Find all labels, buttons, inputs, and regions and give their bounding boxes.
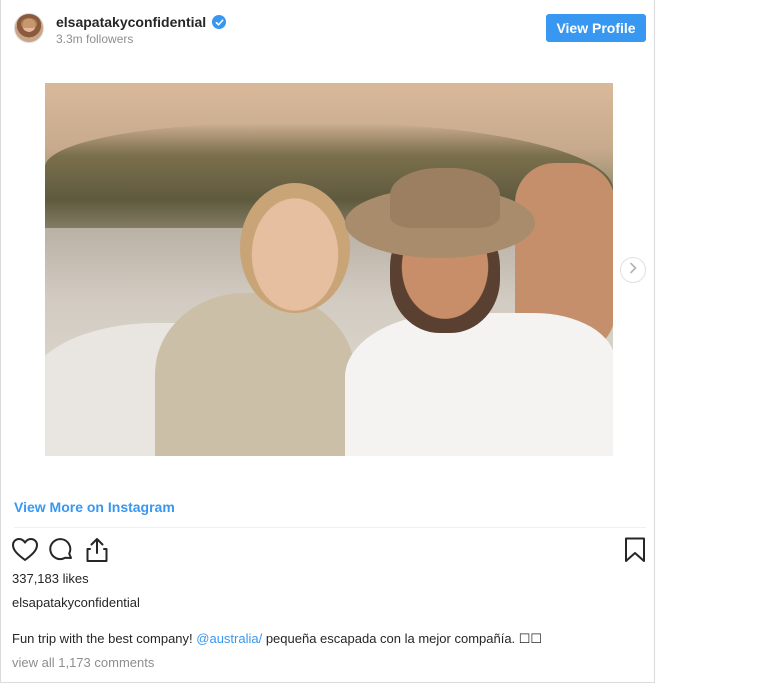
chevron-right-icon: [628, 261, 638, 279]
view-comments-link[interactable]: view all 1,173 comments: [12, 655, 154, 670]
caption-username[interactable]: elsapatakyconfidential: [12, 595, 140, 610]
post-header: elsapatakyconfidential 3.3m followers Vi…: [1, 0, 656, 56]
caption-mention-link[interactable]: @australia/: [196, 631, 262, 646]
action-bar: [11, 536, 647, 564]
view-profile-button[interactable]: View Profile: [546, 14, 646, 42]
divider: [14, 527, 646, 528]
bookmark-icon[interactable]: [621, 536, 649, 564]
photo-man-shirt: [345, 313, 613, 456]
instagram-embed-card: elsapatakyconfidential 3.3m followers Vi…: [0, 0, 655, 683]
post-photo[interactable]: [45, 83, 613, 456]
heart-icon[interactable]: [11, 536, 39, 564]
photo-hat-crown: [390, 168, 500, 228]
next-photo-button[interactable]: [620, 257, 646, 283]
like-count[interactable]: 337,183 likes: [12, 571, 89, 586]
caption-text: Fun trip with the best company! @austral…: [12, 631, 542, 647]
view-more-link[interactable]: View More on Instagram: [14, 499, 175, 515]
verified-badge-icon: [212, 15, 227, 29]
username[interactable]: elsapatakyconfidential: [56, 14, 206, 30]
photo-woman-cardigan: [155, 293, 355, 456]
caption-text-before: Fun trip with the best company!: [12, 631, 197, 646]
avatar[interactable]: [14, 13, 44, 43]
comment-icon[interactable]: [47, 536, 75, 564]
share-icon[interactable]: [83, 536, 111, 564]
photo-woman-head: [240, 183, 350, 313]
username-row[interactable]: elsapatakyconfidential: [56, 14, 227, 30]
caption-text-after: pequeña escapada con la mejor compañía. …: [262, 631, 543, 646]
follower-count: 3.3m followers: [56, 32, 134, 46]
